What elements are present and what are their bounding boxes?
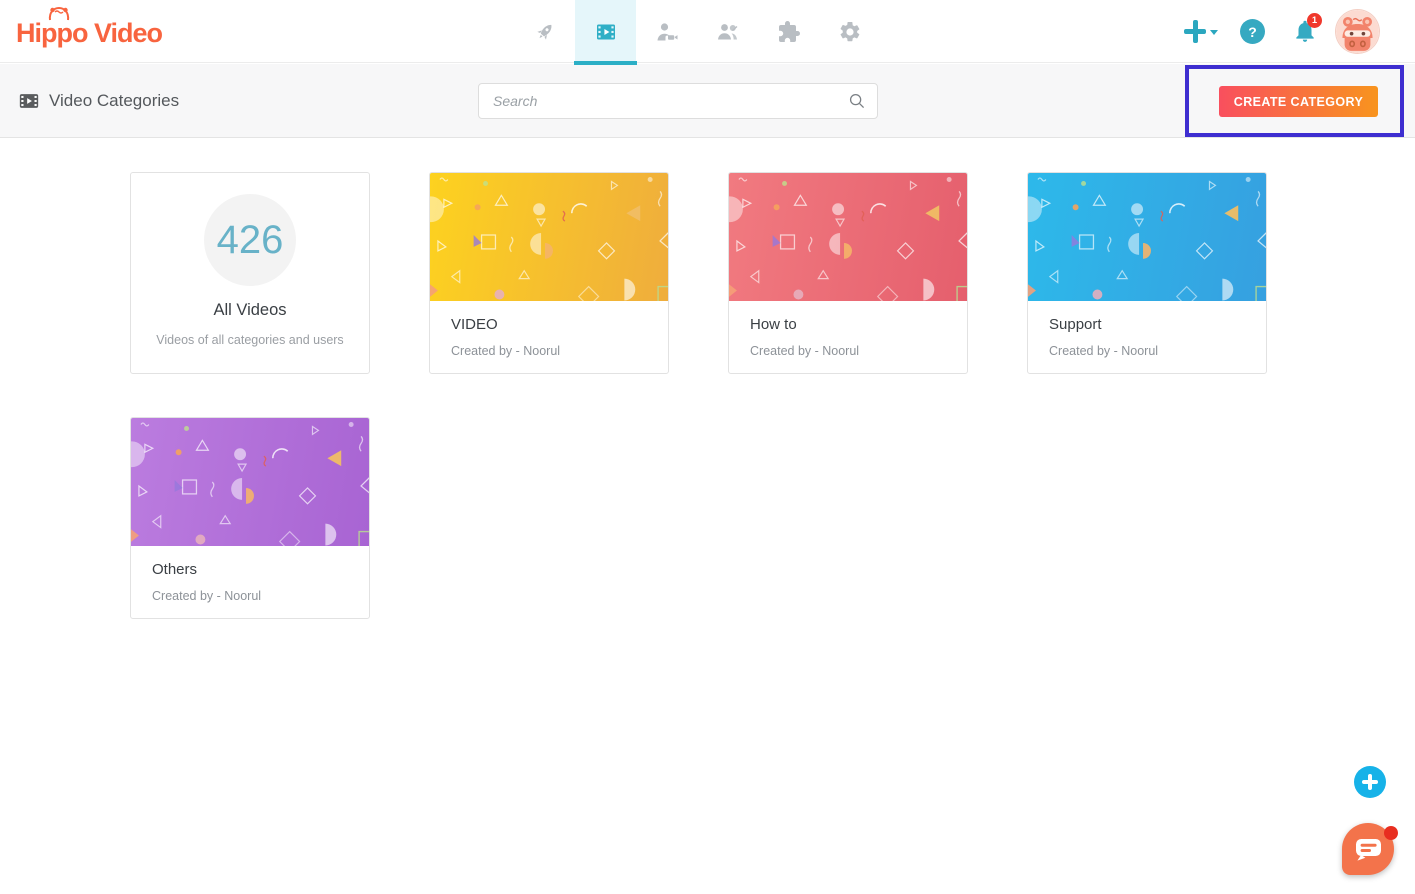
top-bar: Hippo Video (0, 0, 1415, 63)
search-input[interactable] (478, 83, 878, 119)
help-button[interactable]: ? (1240, 19, 1265, 44)
notification-badge: 1 (1307, 13, 1322, 28)
all-videos-card[interactable]: 426 All Videos Videos of all categories … (130, 172, 370, 374)
two-people-icon (716, 20, 740, 44)
person-camera-icon (655, 20, 679, 44)
category-title: Support (1049, 316, 1245, 333)
nav-item-integrations[interactable] (758, 0, 819, 63)
search-bar (478, 83, 878, 119)
category-title: How to (750, 316, 946, 333)
plus-icon (1193, 20, 1198, 43)
nav-item-video-library[interactable] (575, 0, 636, 63)
category-creator: Created by - Noorul (451, 344, 647, 358)
hippo-doodle-icon (46, 6, 72, 21)
create-category-button[interactable]: CREATE CATEGORY (1219, 86, 1378, 117)
film-icon (594, 20, 618, 44)
add-floating-button[interactable] (1354, 766, 1386, 798)
user-avatar[interactable] (1336, 10, 1379, 53)
chat-notification-dot (1384, 826, 1398, 840)
category-creator: Created by - Noorul (152, 589, 348, 603)
nav-item-personal-videos[interactable] (636, 0, 697, 63)
video-count-circle: 426 (204, 194, 296, 286)
category-banner (729, 173, 967, 301)
category-banner (131, 418, 369, 546)
video-count: 426 (217, 218, 284, 263)
logo-text: Hippo Video (16, 18, 162, 48)
confetti-pattern (131, 418, 369, 546)
page-title-text: Video Categories (49, 91, 179, 111)
nav-item-settings[interactable] (819, 0, 880, 63)
page-header-bar: Video Categories CREATE CATEGORY (0, 64, 1415, 138)
confetti-pattern (1028, 173, 1266, 301)
category-creator: Created by - Noorul (750, 344, 946, 358)
category-banner (430, 173, 668, 301)
category-card-support[interactable]: Support Created by - Noorul (1027, 172, 1267, 374)
category-card-video[interactable]: VIDEO Created by - Noorul (429, 172, 669, 374)
category-banner (1028, 173, 1266, 301)
confetti-pattern (729, 173, 967, 301)
hippo-avatar-icon (1336, 10, 1379, 53)
chevron-down-icon (1210, 30, 1218, 35)
puzzle-icon (777, 20, 801, 44)
main-nav (514, 0, 880, 63)
category-card-how-to[interactable]: How to Created by - Noorul (728, 172, 968, 374)
nav-item-team-users[interactable] (697, 0, 758, 63)
page-title: Video Categories (18, 90, 179, 112)
notifications-button[interactable]: 1 (1292, 18, 1320, 46)
card-title: All Videos (131, 301, 369, 320)
gear-icon (838, 20, 862, 44)
create-menu-button[interactable] (1184, 20, 1218, 44)
nav-item-rocket[interactable] (514, 0, 575, 63)
question-icon: ? (1248, 24, 1257, 40)
category-card-others[interactable]: Others Created by - Noorul (130, 417, 370, 619)
category-title: Others (152, 561, 348, 578)
film-strip-icon (18, 90, 40, 112)
card-subtitle: Videos of all categories and users (131, 333, 369, 347)
hippo-video-logo[interactable]: Hippo Video (16, 18, 162, 49)
rocket-icon (533, 20, 557, 44)
confetti-pattern (430, 173, 668, 301)
search-icon (846, 90, 868, 112)
category-creator: Created by - Noorul (1049, 344, 1245, 358)
chat-launcher-button[interactable] (1342, 823, 1394, 875)
category-title: VIDEO (451, 316, 647, 333)
